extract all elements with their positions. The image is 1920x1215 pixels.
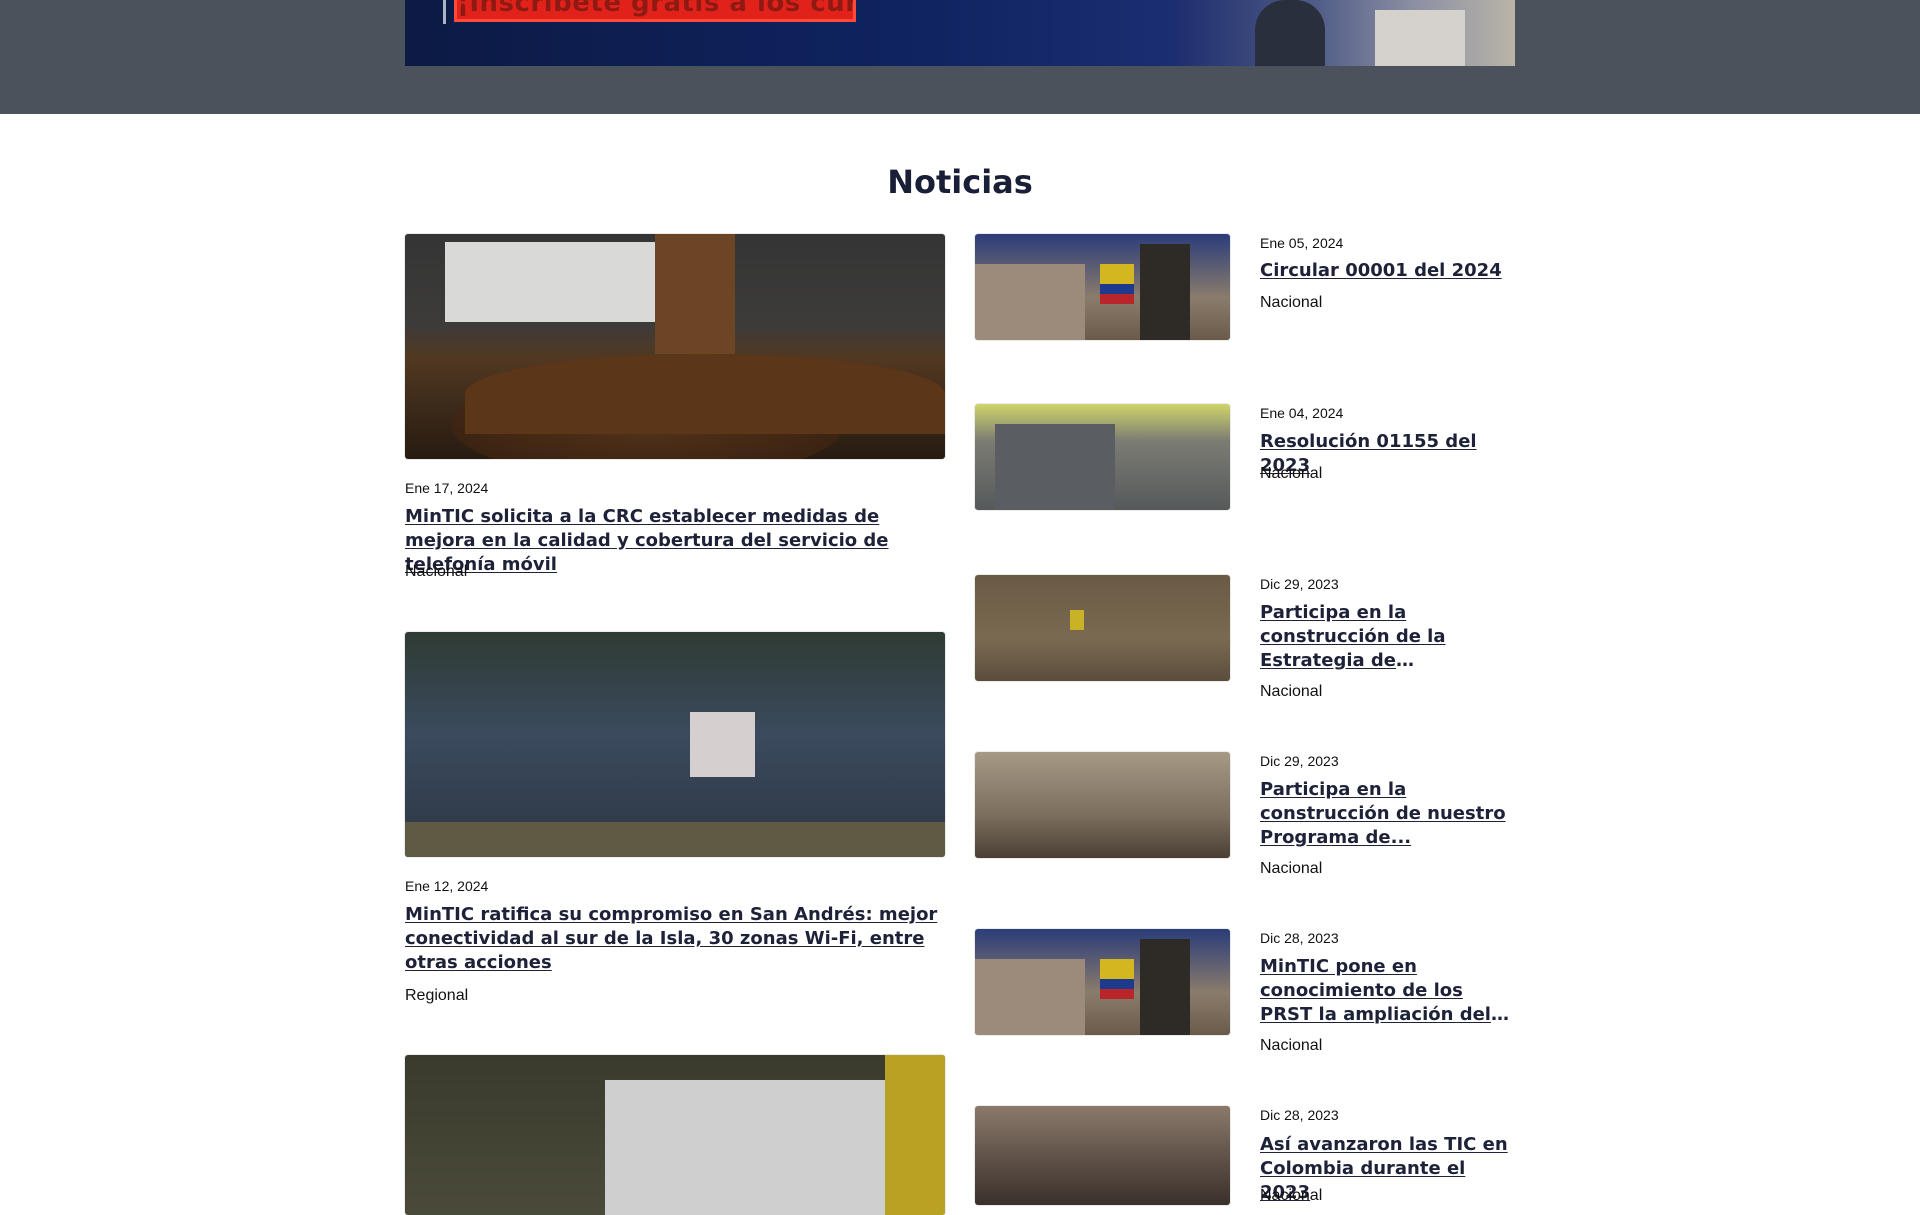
side-news-date-6: Dic 28, 2023 [1260, 1107, 1339, 1123]
banner-section: ¡Inscríbete gratis a los cursos! [0, 0, 1920, 114]
featured-news-image-2[interactable] [405, 632, 945, 857]
side-news-date-5: Dic 28, 2023 [1260, 930, 1339, 946]
side-news-category-3: Nacional [1260, 683, 1323, 700]
side-news-title-1[interactable]: Circular 00001 del 2024 [1260, 259, 1515, 283]
side-news-image-3[interactable] [975, 575, 1230, 681]
side-news-category-6: Nacional [1260, 1187, 1323, 1204]
side-news-title-4[interactable]: Participa en la construcción de nuestro … [1260, 778, 1515, 850]
banner-photo [1175, 0, 1515, 66]
side-news-date-3: Dic 29, 2023 [1260, 576, 1339, 592]
section-title: Noticias [887, 163, 1033, 201]
side-news-image-6[interactable] [975, 1106, 1230, 1205]
banner-cta-button[interactable]: ¡Inscríbete gratis a los cursos! [454, 0, 856, 22]
featured-news-date-2: Ene 12, 2024 [405, 878, 489, 894]
courses-banner[interactable]: ¡Inscríbete gratis a los cursos! [405, 0, 1515, 66]
featured-news-image-1[interactable] [405, 234, 945, 459]
featured-news-category-2: Regional [405, 987, 469, 1004]
side-news-date-1: Ene 05, 2024 [1260, 235, 1344, 251]
side-news-category-4: Nacional [1260, 860, 1323, 877]
side-news-image-5[interactable] [975, 929, 1230, 1035]
side-news-category-5: Nacional [1260, 1037, 1323, 1054]
side-news-category-1: Nacional [1260, 294, 1323, 311]
side-news-category-2: Nacional [1260, 465, 1323, 482]
side-news-image-2[interactable] [975, 404, 1230, 510]
side-news-title-3[interactable]: Participa en la construcción de la Estra… [1260, 601, 1515, 673]
featured-news-category-1: Nacional [405, 563, 468, 580]
featured-news-title-1[interactable]: MinTIC solicita a la CRC establecer medi… [405, 505, 950, 577]
featured-news-date-1: Ene 17, 2024 [405, 480, 489, 496]
side-news-title-5[interactable]: MinTIC pone en conocimiento de los PRST … [1260, 955, 1515, 1027]
side-news-image-1[interactable] [975, 234, 1230, 340]
banner-divider [443, 0, 446, 24]
featured-news-title-2[interactable]: MinTIC ratifica su compromiso en San And… [405, 903, 950, 975]
side-news-date-4: Dic 29, 2023 [1260, 753, 1339, 769]
side-news-image-4[interactable] [975, 752, 1230, 858]
side-news-date-2: Ene 04, 2024 [1260, 405, 1344, 421]
featured-news-image-3[interactable] [405, 1055, 945, 1215]
